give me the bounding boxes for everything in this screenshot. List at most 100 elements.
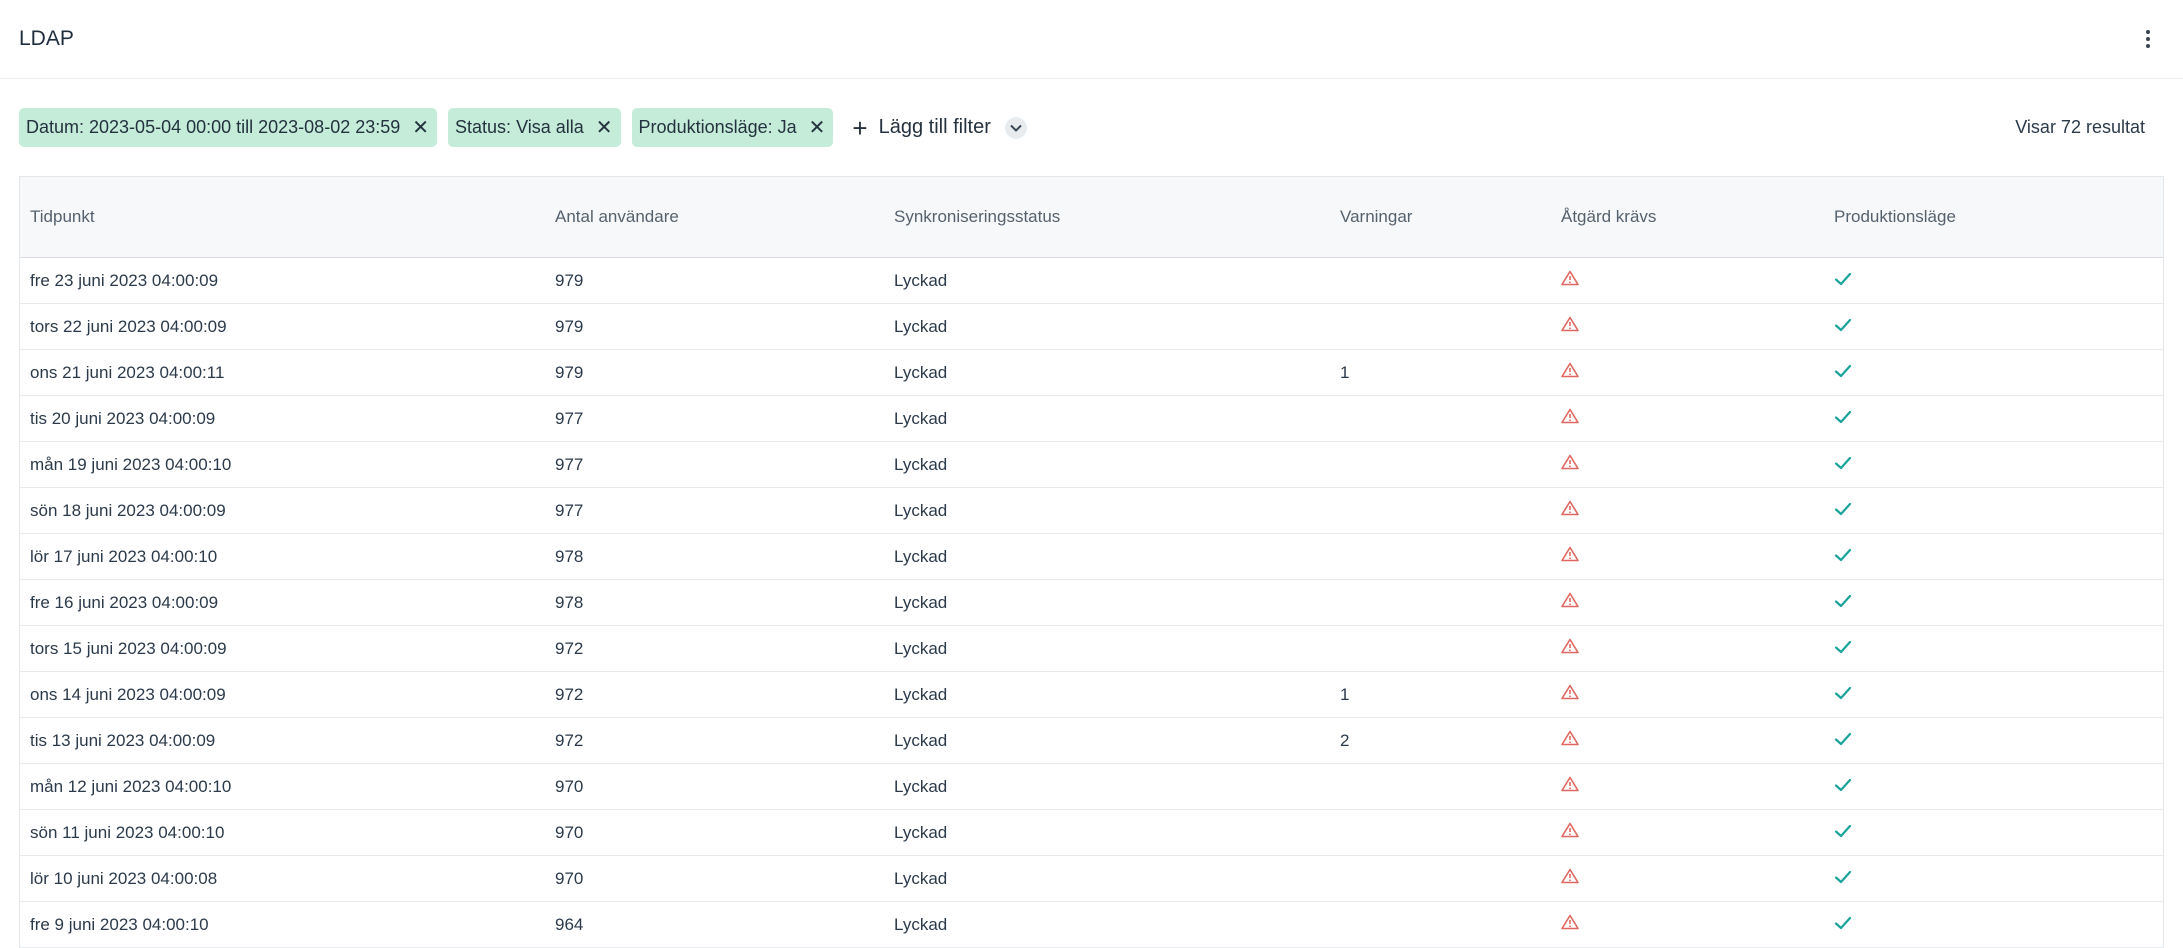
table-row[interactable]: mån 12 juni 2023 04:00:10 970 Lyckad xyxy=(20,763,2163,810)
check-icon xyxy=(1834,915,1852,935)
warning-triangle-icon xyxy=(1561,914,1579,935)
cell-warnings xyxy=(1330,579,1551,626)
table-row[interactable]: fre 9 juni 2023 04:00:10 964 Lyckad xyxy=(20,901,2163,948)
cell-warnings xyxy=(1330,763,1551,810)
check-icon xyxy=(1834,593,1852,613)
warning-triangle-icon xyxy=(1561,730,1579,751)
table-row[interactable]: mån 19 juni 2023 04:00:10 977 Lyckad xyxy=(20,441,2163,488)
page-title: LDAP xyxy=(19,27,74,50)
cell-users: 972 xyxy=(545,717,884,764)
warning-triangle-icon xyxy=(1561,500,1579,521)
cell-action-required xyxy=(1551,671,1824,718)
table-row[interactable]: fre 23 juni 2023 04:00:09 979 Lyckad xyxy=(20,257,2163,304)
filter-chip-status[interactable]: Status: Visa alla ✕ xyxy=(448,108,621,147)
table-row[interactable]: lör 10 juni 2023 04:00:08 970 Lyckad xyxy=(20,855,2163,902)
table-row[interactable]: ons 21 juni 2023 04:00:11 979 Lyckad 1 xyxy=(20,349,2163,396)
cell-warnings xyxy=(1330,487,1551,534)
table-header-row: Tidpunkt Antal användare Synkroniserings… xyxy=(20,177,2163,258)
cell-production xyxy=(1824,671,2163,718)
table-row[interactable]: sön 11 juni 2023 04:00:10 970 Lyckad xyxy=(20,809,2163,856)
check-icon xyxy=(1834,455,1852,475)
cell-time: lör 10 juni 2023 04:00:08 xyxy=(20,855,545,902)
cell-status: Lyckad xyxy=(884,579,1330,626)
warning-triangle-icon xyxy=(1561,270,1579,291)
cell-users: 970 xyxy=(545,855,884,902)
cell-time: fre 16 juni 2023 04:00:09 xyxy=(20,579,545,626)
table-row[interactable]: lör 17 juni 2023 04:00:10 978 Lyckad xyxy=(20,533,2163,580)
cell-action-required xyxy=(1551,349,1824,396)
cell-warnings xyxy=(1330,625,1551,672)
check-icon xyxy=(1834,501,1852,521)
check-icon xyxy=(1834,639,1852,659)
cell-production xyxy=(1824,303,2163,350)
cell-users: 977 xyxy=(545,395,884,442)
cell-action-required xyxy=(1551,533,1824,580)
cell-time: tors 22 juni 2023 04:00:09 xyxy=(20,303,545,350)
chevron-down-icon[interactable] xyxy=(1004,116,1027,139)
cell-status: Lyckad xyxy=(884,763,1330,810)
cell-time: fre 23 juni 2023 04:00:09 xyxy=(20,257,545,304)
cell-users: 977 xyxy=(545,487,884,534)
check-icon xyxy=(1834,409,1852,429)
column-header-users[interactable]: Antal användare xyxy=(545,177,884,258)
column-header-tidpunkt[interactable]: Tidpunkt xyxy=(20,177,545,258)
kebab-menu-icon[interactable] xyxy=(2136,24,2160,54)
filter-bar: Datum: 2023-05-04 00:00 till 2023-08-02 … xyxy=(0,79,2183,176)
column-header-sync-status[interactable]: Synkroniseringsstatus xyxy=(884,177,1330,258)
cell-status: Lyckad xyxy=(884,671,1330,718)
cell-users: 972 xyxy=(545,671,884,718)
cell-production xyxy=(1824,579,2163,626)
filter-chip-date[interactable]: Datum: 2023-05-04 00:00 till 2023-08-02 … xyxy=(19,108,438,147)
cell-production xyxy=(1824,625,2163,672)
cell-production xyxy=(1824,487,2163,534)
check-icon xyxy=(1834,271,1852,291)
add-filter-button[interactable]: + Lägg till filter xyxy=(852,115,990,141)
table-row[interactable]: tors 15 juni 2023 04:00:09 972 Lyckad xyxy=(20,625,2163,672)
cell-warnings: 1 xyxy=(1330,671,1551,718)
warning-triangle-icon xyxy=(1561,546,1579,567)
sync-log-table: Tidpunkt Antal användare Synkroniserings… xyxy=(19,176,2164,948)
warning-triangle-icon xyxy=(1561,592,1579,613)
cell-warnings xyxy=(1330,809,1551,856)
cell-users: 964 xyxy=(545,901,884,948)
close-icon[interactable]: ✕ xyxy=(596,118,613,138)
close-icon[interactable]: ✕ xyxy=(809,118,826,138)
cell-status: Lyckad xyxy=(884,625,1330,672)
column-header-warnings[interactable]: Varningar xyxy=(1330,177,1551,258)
cell-warnings xyxy=(1330,533,1551,580)
filter-chip-label: Datum: 2023-05-04 00:00 till 2023-08-02 … xyxy=(26,117,401,137)
cell-time: tors 15 juni 2023 04:00:09 xyxy=(20,625,545,672)
cell-action-required xyxy=(1551,257,1824,304)
cell-status: Lyckad xyxy=(884,487,1330,534)
cell-users: 979 xyxy=(545,257,884,304)
cell-action-required xyxy=(1551,579,1824,626)
table-row[interactable]: ons 14 juni 2023 04:00:09 972 Lyckad 1 xyxy=(20,671,2163,718)
filter-chip-label: Produktionsläge: Ja xyxy=(638,117,797,137)
column-header-action-required[interactable]: Åtgärd krävs xyxy=(1551,177,1824,258)
cell-time: sön 18 juni 2023 04:00:09 xyxy=(20,487,545,534)
cell-warnings xyxy=(1330,855,1551,902)
cell-action-required xyxy=(1551,717,1824,764)
cell-users: 970 xyxy=(545,763,884,810)
table-row[interactable]: tis 13 juni 2023 04:00:09 972 Lyckad 2 xyxy=(20,717,2163,764)
cell-status: Lyckad xyxy=(884,855,1330,902)
warning-triangle-icon xyxy=(1561,822,1579,843)
cell-action-required xyxy=(1551,487,1824,534)
warning-triangle-icon xyxy=(1561,868,1579,889)
cell-action-required xyxy=(1551,441,1824,488)
column-header-production[interactable]: Produktionsläge xyxy=(1824,177,2163,258)
cell-users: 972 xyxy=(545,625,884,672)
filter-chip-production[interactable]: Produktionsläge: Ja ✕ xyxy=(631,108,834,147)
table-row[interactable]: tis 20 juni 2023 04:00:09 977 Lyckad xyxy=(20,395,2163,442)
close-icon[interactable]: ✕ xyxy=(412,118,429,138)
cell-users: 978 xyxy=(545,579,884,626)
cell-production xyxy=(1824,855,2163,902)
cell-action-required xyxy=(1551,855,1824,902)
cell-warnings xyxy=(1330,441,1551,488)
table-row[interactable]: sön 18 juni 2023 04:00:09 977 Lyckad xyxy=(20,487,2163,534)
plus-icon: + xyxy=(852,112,868,143)
cell-time: tis 20 juni 2023 04:00:09 xyxy=(20,395,545,442)
cell-production xyxy=(1824,441,2163,488)
table-row[interactable]: fre 16 juni 2023 04:00:09 978 Lyckad xyxy=(20,579,2163,626)
table-row[interactable]: tors 22 juni 2023 04:00:09 979 Lyckad xyxy=(20,303,2163,350)
